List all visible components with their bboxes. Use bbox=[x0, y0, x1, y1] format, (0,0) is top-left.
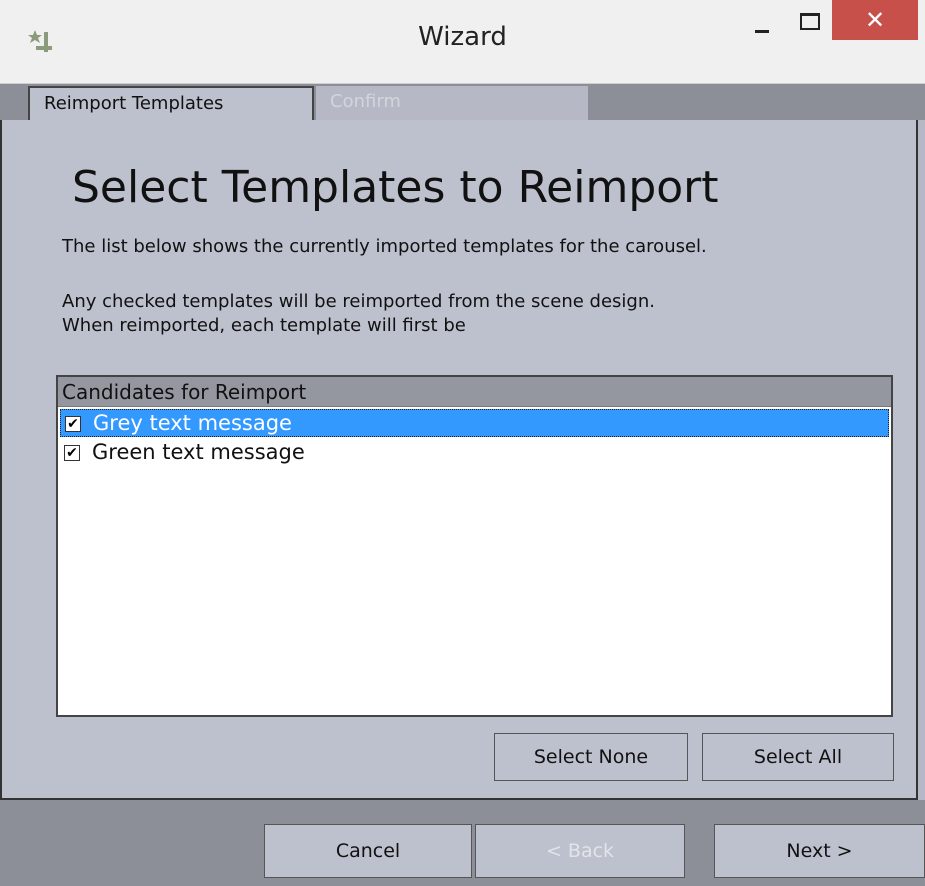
list-item-label: Grey text message bbox=[93, 411, 292, 435]
title-bar: Wizard ✕ bbox=[0, 0, 925, 84]
checkbox-icon[interactable]: ✔ bbox=[65, 416, 81, 432]
instructions-line-2: When reimported, each template will firs… bbox=[62, 315, 466, 336]
next-button[interactable]: Next > bbox=[714, 824, 925, 878]
page-heading: Select Templates to Reimport bbox=[72, 162, 719, 213]
minimize-button[interactable] bbox=[736, 0, 784, 42]
close-button[interactable]: ✕ bbox=[832, 0, 918, 40]
list-header: Candidates for Reimport bbox=[58, 377, 891, 407]
candidates-list[interactable]: Candidates for Reimport ✔ Grey text mess… bbox=[56, 375, 893, 717]
close-icon: ✕ bbox=[864, 6, 886, 34]
description-text: The list below shows the currently impor… bbox=[62, 236, 707, 257]
cancel-button[interactable]: Cancel bbox=[264, 824, 472, 878]
tab-strip: Reimport Templates Confirm bbox=[0, 84, 925, 122]
list-item-grey-text-message[interactable]: ✔ Grey text message bbox=[60, 409, 889, 437]
tab-reimport-templates[interactable]: Reimport Templates bbox=[28, 86, 314, 122]
instructions-line-1: Any checked templates will be reimported… bbox=[62, 291, 655, 312]
maximize-button[interactable] bbox=[786, 0, 834, 42]
checkbox-icon[interactable]: ✔ bbox=[64, 445, 80, 461]
list-item-label: Green text message bbox=[92, 440, 305, 464]
select-all-button[interactable]: Select All bbox=[702, 733, 894, 781]
instructions-text: Any checked templates will be reimported… bbox=[62, 290, 655, 338]
list-item-green-text-message[interactable]: ✔ Green text message bbox=[60, 439, 889, 467]
tab-confirm[interactable]: Confirm bbox=[316, 86, 588, 120]
back-button[interactable]: < Back bbox=[475, 824, 685, 878]
select-none-button[interactable]: Select None bbox=[494, 733, 688, 781]
